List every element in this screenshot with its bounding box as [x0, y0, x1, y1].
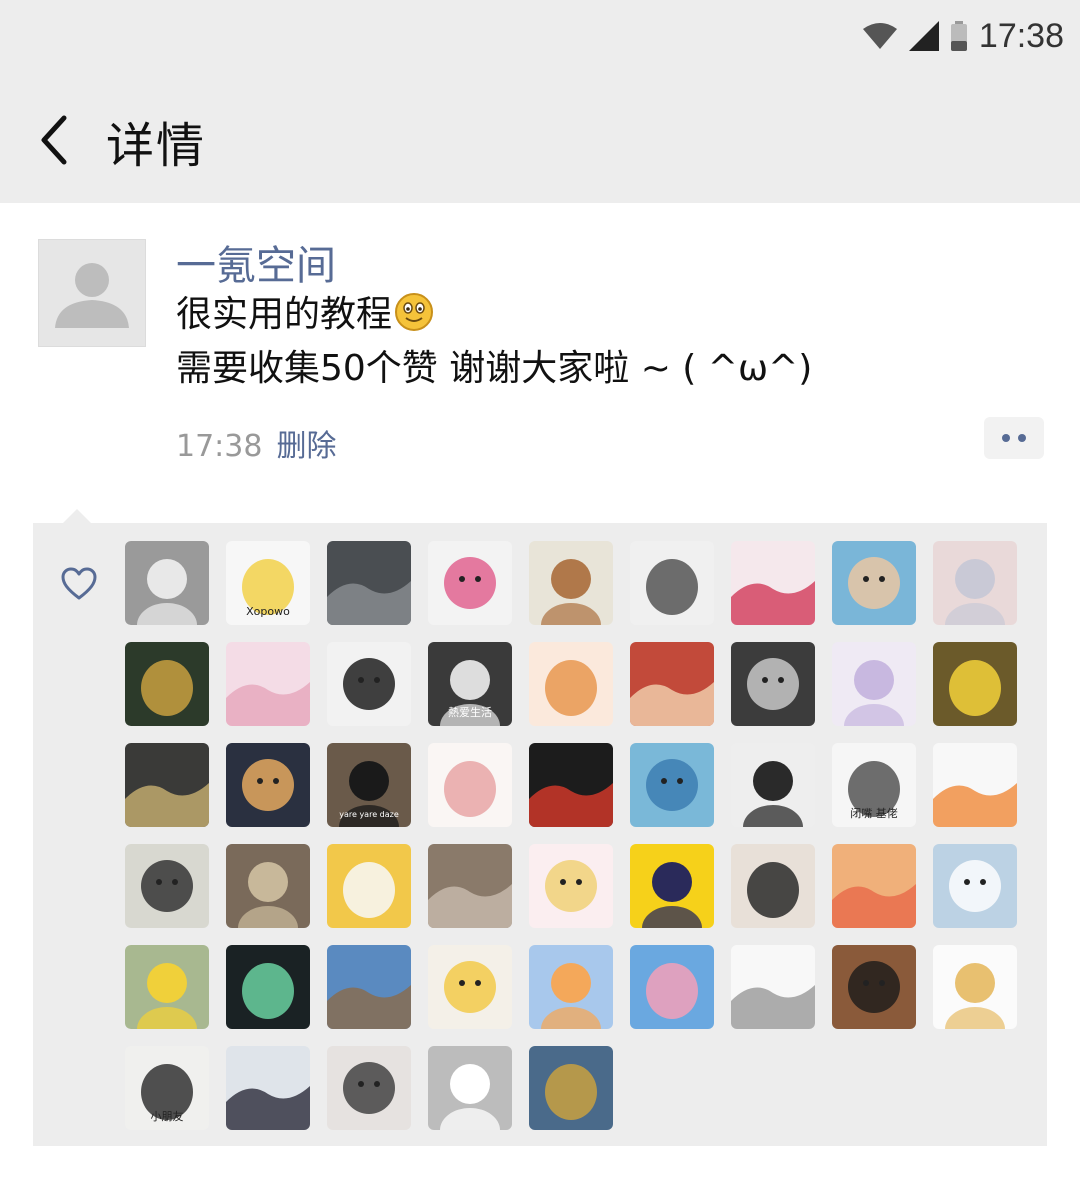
liker-avatar[interactable] — [125, 642, 209, 726]
liker-avatar[interactable] — [428, 844, 512, 928]
liker-avatar[interactable] — [630, 945, 714, 1029]
liker-avatar[interactable]: Xopowo — [226, 541, 310, 625]
more-dots-icon[interactable] — [984, 417, 1044, 459]
liker-avatar-grid: Xopowo 熱爱生活 yare yare daze 闭嘴 基佬小朋友 — [125, 541, 1025, 1130]
chevron-left-icon[interactable] — [34, 112, 78, 168]
delete-link[interactable]: 删除 — [276, 429, 336, 464]
liker-avatar[interactable] — [933, 642, 1017, 726]
liker-avatar[interactable]: 熱爱生活 — [428, 642, 512, 726]
liker-avatar[interactable] — [428, 541, 512, 625]
liker-avatar[interactable] — [529, 844, 613, 928]
liker-avatar-caption: yare yare daze — [339, 810, 399, 819]
liker-avatar[interactable] — [428, 1046, 512, 1130]
liker-avatar[interactable]: yare yare daze — [327, 743, 411, 827]
liker-avatar[interactable] — [428, 945, 512, 1029]
liker-avatar[interactable] — [125, 844, 209, 928]
liker-avatar[interactable] — [125, 945, 209, 1029]
liker-avatar[interactable] — [226, 945, 310, 1029]
liker-avatar[interactable] — [529, 541, 613, 625]
liker-avatar[interactable] — [327, 1046, 411, 1130]
liker-avatar[interactable] — [327, 642, 411, 726]
liker-avatar[interactable] — [731, 642, 815, 726]
post-time: 17:38 — [176, 429, 263, 464]
status-time: 17:38 — [978, 16, 1064, 55]
liker-avatar-caption: Xopowo — [246, 605, 290, 618]
liker-avatar[interactable] — [832, 844, 916, 928]
liker-avatar[interactable] — [327, 844, 411, 928]
liker-avatar[interactable] — [529, 743, 613, 827]
liker-avatar[interactable] — [731, 945, 815, 1029]
liker-avatar[interactable] — [428, 743, 512, 827]
author-name[interactable]: 一氪空间 — [176, 233, 336, 291]
liker-avatar[interactable] — [933, 541, 1017, 625]
liker-avatar[interactable] — [832, 945, 916, 1029]
page-title: 详情 — [106, 118, 207, 174]
liker-avatar[interactable] — [125, 743, 209, 827]
liker-avatar-caption: 熱爱生活 — [448, 705, 492, 719]
liker-avatar[interactable]: 小朋友 — [125, 1046, 209, 1130]
liker-avatar[interactable] — [226, 642, 310, 726]
liker-avatar-caption: 小朋友 — [151, 1109, 184, 1123]
liker-avatar[interactable] — [832, 541, 916, 625]
default-avatar-icon[interactable] — [38, 239, 146, 347]
liker-avatar[interactable] — [630, 743, 714, 827]
likes-pointer — [62, 509, 92, 524]
liker-avatar[interactable]: 闭嘴 基佬 — [832, 743, 916, 827]
liker-avatar[interactable] — [226, 1046, 310, 1130]
liker-avatar[interactable] — [933, 945, 1017, 1029]
smile-emoji-icon — [394, 292, 434, 345]
battery-icon — [950, 21, 967, 51]
liker-avatar[interactable] — [832, 642, 916, 726]
post-line-1: 很实用的教程 — [176, 294, 393, 335]
liker-avatar[interactable] — [529, 1046, 613, 1130]
liker-avatar[interactable] — [630, 541, 714, 625]
likes-panel: Xopowo 熱爱生活 yare yare daze 闭嘴 基佬小朋友 — [33, 523, 1047, 1146]
post-line-2: 需要收集50个赞 谢谢大家啦 ~ ( ^ω^) — [176, 348, 813, 389]
heart-icon — [61, 567, 97, 600]
liker-avatar[interactable] — [529, 945, 613, 1029]
liker-avatar[interactable] — [327, 945, 411, 1029]
liker-avatar[interactable] — [327, 541, 411, 625]
liker-avatar[interactable] — [125, 541, 209, 625]
cell-signal-icon — [908, 21, 939, 51]
post-meta: 17:38 删除 — [176, 421, 336, 465]
liker-avatar[interactable] — [630, 844, 714, 928]
liker-avatar-caption: 闭嘴 基佬 — [850, 806, 898, 820]
liker-avatar[interactable] — [226, 844, 310, 928]
liker-avatar[interactable] — [226, 743, 310, 827]
header-bar: 17:38 详情 — [0, 0, 1080, 203]
liker-avatar[interactable] — [630, 642, 714, 726]
liker-avatar[interactable] — [731, 541, 815, 625]
liker-avatar[interactable] — [933, 743, 1017, 827]
liker-avatar[interactable] — [529, 642, 613, 726]
post-content: 很实用的教程 需要收集50个赞 谢谢大家啦 ~ ( ^ω^) — [176, 291, 812, 393]
wifi-icon — [862, 23, 897, 49]
liker-avatar[interactable] — [731, 743, 815, 827]
liker-avatar[interactable] — [731, 844, 815, 928]
liker-avatar[interactable] — [933, 844, 1017, 928]
nav-bar: 详情 — [0, 92, 1080, 188]
status-bar: 17:38 — [862, 14, 1064, 58]
